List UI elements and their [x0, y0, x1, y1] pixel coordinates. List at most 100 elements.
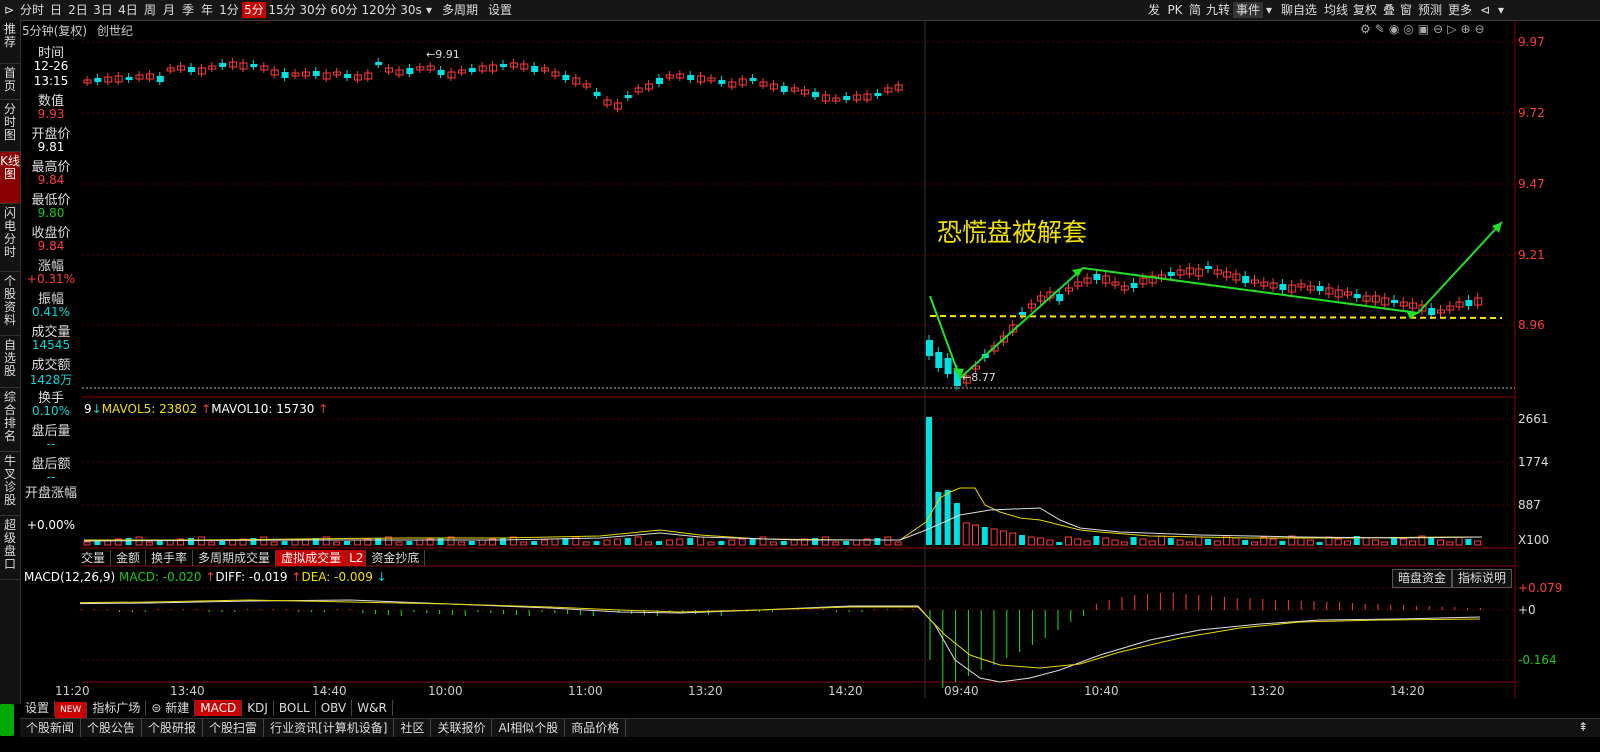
news-tab[interactable]: AI相似个股 [492, 719, 566, 737]
nav-item-8[interactable]: 牛叉诊股 [0, 452, 20, 516]
candle [156, 76, 164, 82]
volume-bar [1334, 538, 1342, 546]
news-tab[interactable]: 关联报价 [431, 719, 493, 737]
tb-window[interactable]: 窗 [1398, 2, 1414, 18]
tb-fa[interactable]: 发 [1146, 2, 1162, 18]
candle [656, 78, 663, 84]
tb-event[interactable]: 事件 [1233, 2, 1263, 18]
news-tab[interactable]: 个股研报 [142, 719, 204, 737]
macd-name: MACD(12,26,9) [24, 570, 116, 584]
news-tab[interactable]: 个股扫雷 [203, 719, 265, 737]
tab-year[interactable]: 年 [198, 2, 216, 18]
volume-bar [1381, 541, 1389, 546]
tab-kdj[interactable]: KDJ [242, 700, 274, 716]
nav-item-0[interactable]: 推荐 [0, 20, 20, 64]
macd-bars [80, 593, 1481, 688]
tab-virtual-volume[interactable]: 虚拟成交量 [276, 550, 348, 566]
nav-item-6[interactable]: 自选股 [0, 336, 20, 388]
tab-volume[interactable]: 交量 [76, 550, 112, 566]
tab-5min[interactable]: 5分 [242, 2, 266, 18]
nav-item-2[interactable]: 分时图 [0, 100, 20, 152]
tab-settings[interactable]: 设置 [485, 2, 515, 18]
expand-up-icon[interactable]: ⇞ [1566, 718, 1600, 736]
news-tab[interactable]: 社区 [394, 719, 432, 737]
dark-pool-button[interactable]: 暗盘资金 [1392, 569, 1452, 588]
tab-indicator-square[interactable]: 指标广场 [87, 700, 147, 716]
tab-settings[interactable]: 设置 [20, 700, 56, 716]
volume-bar [478, 539, 486, 546]
tab-3day[interactable]: 3日 [91, 2, 115, 18]
tab-15min[interactable]: 15分 [267, 2, 297, 18]
time-label: 10:40 [1084, 684, 1119, 698]
news-tab[interactable]: 个股新闻 [20, 719, 82, 737]
tab-boll[interactable]: BOLL [274, 700, 316, 716]
nav-item-5[interactable]: 个股资料 [0, 272, 20, 336]
collapse-left-icon[interactable]: ⊳ [2, 2, 16, 18]
chevron-down-icon[interactable]: ▾ [1494, 2, 1508, 18]
tab-amount[interactable]: 金额 [111, 550, 147, 566]
nav-item-1[interactable]: 首页 [0, 64, 20, 100]
info-value: 1428万 [29, 373, 73, 387]
tab-wr[interactable]: W&R [352, 700, 393, 716]
tb-jian[interactable]: 简 [1187, 2, 1203, 18]
nav-item-7[interactable]: 综合排名 [0, 388, 20, 452]
tab-day[interactable]: 日 [47, 2, 65, 18]
tb-more[interactable]: 更多 [1446, 2, 1474, 18]
tb-forecast[interactable]: 预测 [1416, 2, 1444, 18]
tb-jiuzhuan[interactable]: 九转 [1204, 2, 1232, 18]
kline-chart[interactable] [80, 20, 1600, 720]
tab-week[interactable]: 周 [141, 2, 159, 18]
tb-overlay[interactable]: 叠 [1381, 2, 1397, 18]
settings-icon[interactable]: ⚙ [1360, 22, 1375, 36]
tab-fund-bottom[interactable]: 资金抄底 [366, 550, 426, 566]
tb-adjust[interactable]: 复权 [1351, 2, 1379, 18]
chevron-down-icon[interactable]: ▾ [1264, 2, 1274, 18]
news-tab[interactable]: 行业资讯[计算机设备] [264, 719, 395, 737]
tab-2day[interactable]: 2日 [66, 2, 90, 18]
chevron-down-icon[interactable]: ▾ [423, 2, 435, 18]
eye-icon[interactable]: ◎ [1403, 22, 1417, 36]
tab-multi-period[interactable]: 多周期 [437, 2, 483, 18]
arrow-up-icon: ↑ [291, 570, 302, 584]
tab-30min[interactable]: 30分 [298, 2, 328, 18]
news-tab[interactable]: 商品价格 [565, 719, 627, 737]
time-label: 13:20 [1250, 684, 1285, 698]
volume-bar [1306, 539, 1314, 546]
nav-item-4[interactable]: 闪电分时 [0, 204, 20, 272]
tab-30s[interactable]: 30s [399, 2, 423, 18]
collapse-right-icon[interactable]: ⊲ [1478, 2, 1492, 18]
zoom-in-icon[interactable]: ⊕ [1460, 22, 1474, 36]
nav-item-9[interactable]: 超级盘口 [0, 516, 20, 580]
minus-icon[interactable]: ⊖ [1433, 22, 1447, 36]
play-icon[interactable]: ▷ [1447, 22, 1460, 36]
arrow-left-icon: ← [426, 48, 436, 61]
vol-tick: 2661 [1518, 412, 1549, 426]
volume-bar [1205, 539, 1211, 545]
tab-120min[interactable]: 120分 [360, 2, 398, 18]
volume-bar [208, 541, 216, 546]
eye-icon[interactable]: ◉ [1389, 22, 1403, 36]
tb-ma[interactable]: 均线 [1322, 2, 1350, 18]
tab-obv[interactable]: OBV [316, 700, 353, 716]
candle [926, 340, 933, 356]
annotation-caption: 恐慌盘被解套 [937, 218, 1088, 247]
tb-chat-watchlist[interactable]: 聊自选 [1278, 2, 1320, 18]
tab-quarter[interactable]: 季 [179, 2, 197, 18]
tab-turnover[interactable]: 换手率 [146, 550, 194, 566]
tab-macd[interactable]: MACD [195, 700, 243, 716]
tab-new[interactable]: ⊜ 新建 [146, 700, 196, 716]
news-tab[interactable]: 个股公告 [81, 719, 143, 737]
tab-1min[interactable]: 1分 [217, 2, 241, 18]
pen-icon[interactable]: ✎ [1375, 22, 1389, 36]
tab-4day[interactable]: 4日 [116, 2, 140, 18]
tb-pk[interactable]: PK [1164, 2, 1186, 18]
tab-month[interactable]: 月 [160, 2, 178, 18]
tab-fenshi[interactable]: 分时 [18, 2, 46, 18]
lock-icon[interactable]: ▣ [1418, 22, 1433, 36]
tab-60min[interactable]: 60分 [329, 2, 359, 18]
indicator-help-button[interactable]: 指标说明 [1452, 569, 1512, 588]
tab-multi-volume[interactable]: 多周期成交量 [193, 550, 277, 566]
volume-bar [1093, 536, 1100, 545]
zoom-out-icon[interactable]: ⊖ [1475, 22, 1489, 36]
nav-item-3[interactable]: K线图 [0, 152, 20, 204]
